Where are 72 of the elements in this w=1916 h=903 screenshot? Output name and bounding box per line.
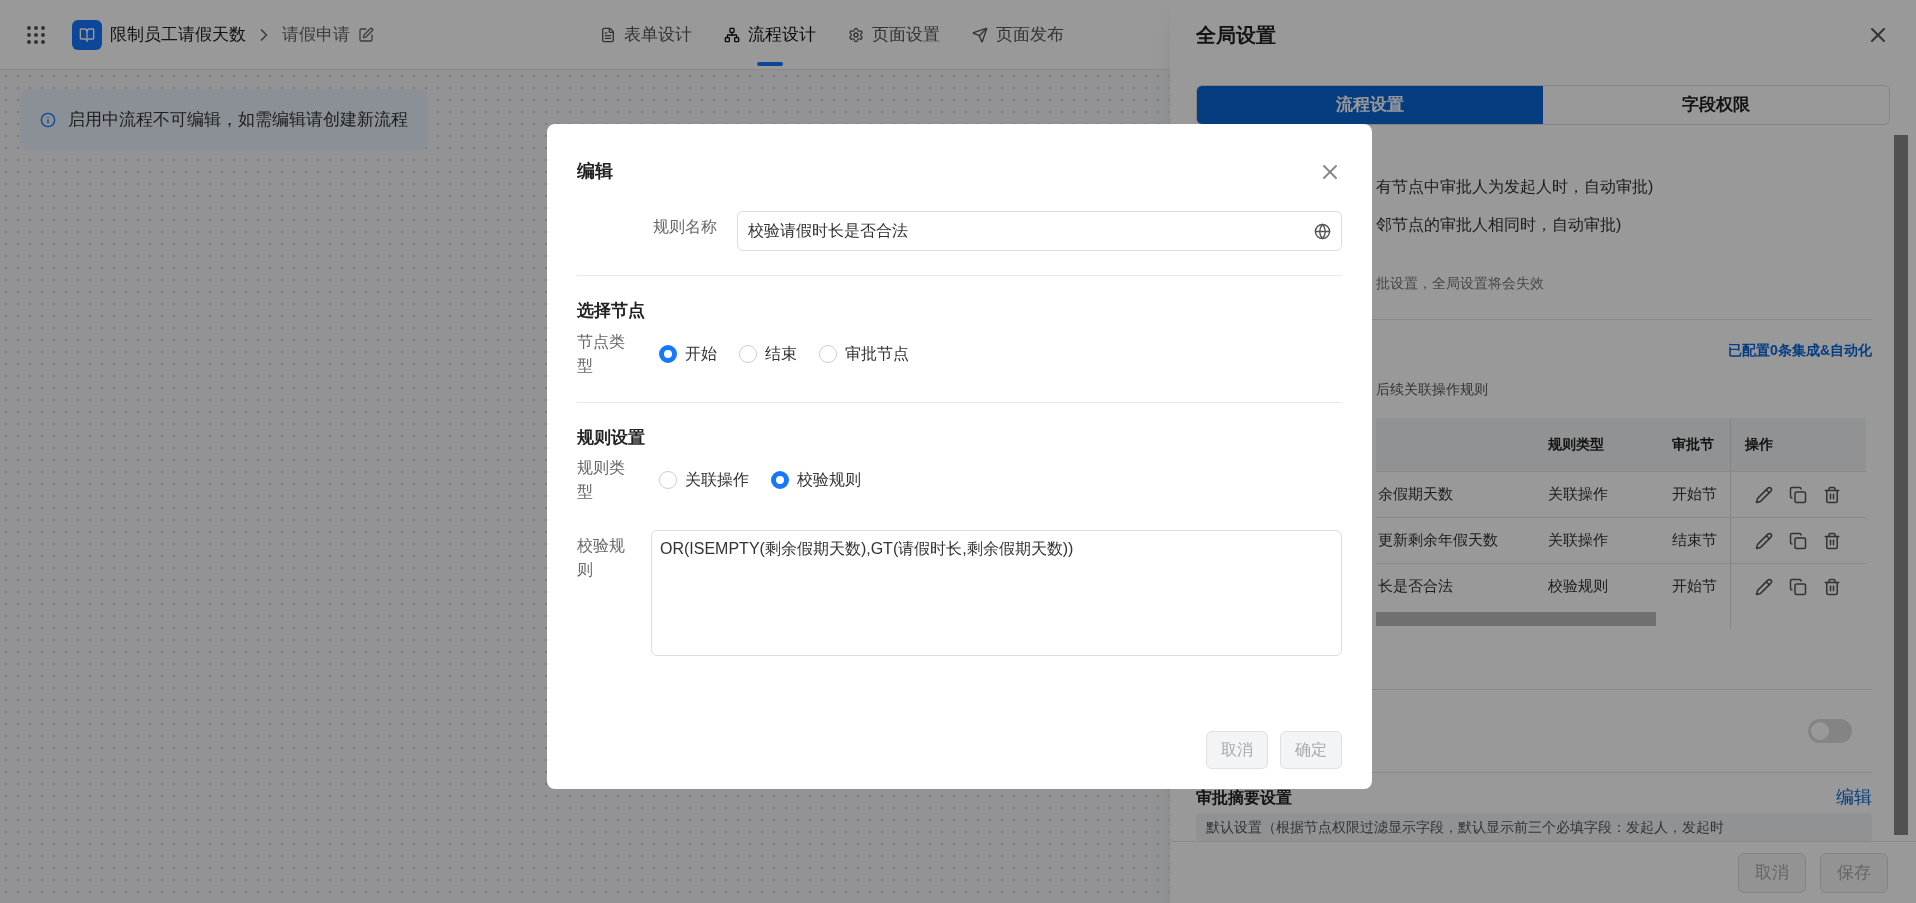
table-cell-text: 开始节 bbox=[1672, 576, 1718, 597]
page-name: 请假申请 bbox=[282, 23, 350, 46]
radio-option[interactable]: 审批节点 bbox=[819, 341, 909, 366]
paper-plane-icon bbox=[972, 26, 988, 43]
notice-text: 启用中流程不可编辑，如需编辑请创建新流程 bbox=[68, 109, 408, 132]
radio-button[interactable] bbox=[659, 471, 677, 489]
dialog-title: 编辑 bbox=[577, 160, 613, 183]
radio-button[interactable] bbox=[739, 344, 757, 363]
copy-icon[interactable] bbox=[1789, 531, 1807, 550]
radio-option[interactable]: 校验规则 bbox=[771, 468, 861, 492]
drawer-title: 全局设置 bbox=[1196, 23, 1276, 48]
app-name: 限制员工请假天数 bbox=[110, 23, 246, 46]
edit-icon[interactable] bbox=[358, 26, 374, 43]
table-cell-text: 结束节 bbox=[1672, 530, 1718, 551]
table-cell-text: 关联操作 bbox=[1548, 484, 1609, 505]
edit-icon[interactable] bbox=[1755, 485, 1773, 504]
option-text: 邻节点的审批人相同时，自动审批) bbox=[1376, 215, 1623, 235]
summary-text: 默认设置（根据节点权限过滤显示字段，默认显示前三个必填字段：发起人，发起时 bbox=[1206, 819, 1724, 835]
vertical-scrollbar[interactable] bbox=[1894, 135, 1908, 835]
edit-icon[interactable] bbox=[1755, 531, 1773, 550]
column-header: 规则类型 bbox=[1548, 435, 1605, 454]
radio-label: 关联操作 bbox=[685, 470, 749, 490]
hierarchy-icon bbox=[724, 26, 740, 43]
delete-icon[interactable] bbox=[1823, 485, 1841, 504]
edit-icon[interactable] bbox=[1755, 577, 1773, 596]
globe-icon[interactable] bbox=[1314, 222, 1331, 240]
delete-icon[interactable] bbox=[1823, 531, 1841, 550]
table-cell-text: 余假期天数 bbox=[1377, 484, 1454, 505]
table-cell-text: 更新剩余年假天数 bbox=[1377, 530, 1499, 551]
radio-label: 结束 bbox=[765, 343, 797, 364]
nav-tab[interactable]: 页面设置 bbox=[832, 0, 956, 69]
settings-icon bbox=[848, 26, 864, 43]
document-icon bbox=[600, 26, 616, 43]
nav-tab[interactable]: 流程设计 bbox=[708, 0, 832, 69]
field-label: 节点类型 bbox=[577, 331, 626, 376]
note-text: 批设置，全局设置将会失效 bbox=[1376, 274, 1545, 293]
edit-link[interactable]: 编辑 bbox=[1836, 784, 1872, 811]
radio-button[interactable] bbox=[659, 344, 677, 363]
radio-button[interactable] bbox=[771, 471, 789, 489]
radio-option[interactable]: 开始 bbox=[659, 341, 717, 366]
copy-icon[interactable] bbox=[1789, 577, 1807, 596]
nav-tab[interactable]: 页面发布 bbox=[956, 0, 1080, 69]
rule-name-field[interactable]: 校验请假时长是否合法 bbox=[737, 211, 1342, 251]
radio-label: 校验规则 bbox=[797, 470, 861, 490]
integration-link[interactable]: 已配置0条集成&自动化 bbox=[1728, 340, 1872, 361]
drawer-tab[interactable]: 流程设置 bbox=[1197, 86, 1543, 124]
radio-button[interactable] bbox=[819, 344, 837, 363]
rules-hint: 后续关联操作规则 bbox=[1375, 380, 1489, 399]
copy-icon[interactable] bbox=[1789, 485, 1807, 504]
option-text: 有节点中审批人为发起人时，自动审批) bbox=[1376, 177, 1655, 197]
section-title: 审批摘要设置 bbox=[1196, 787, 1292, 808]
column-header: 操作 bbox=[1730, 418, 1866, 471]
radio-label: 审批节点 bbox=[845, 343, 909, 364]
app-logo-icon bbox=[72, 19, 102, 50]
section-title: 规则设置 bbox=[577, 426, 646, 449]
table-cell-text: 长是否合法 bbox=[1377, 576, 1454, 597]
formula-field[interactable]: OR(ISEMPTY(剩余假期天数),GT(请假时长,剩余假期天数)) bbox=[651, 530, 1342, 656]
info-icon bbox=[40, 112, 56, 128]
field-label: 规则类型 bbox=[577, 458, 626, 502]
table-cell-text: 开始节 bbox=[1672, 484, 1718, 505]
field-label: 校验规则 bbox=[577, 536, 626, 580]
nav-tab[interactable]: 表单设计 bbox=[584, 0, 708, 69]
radio-label: 开始 bbox=[685, 343, 717, 364]
table-cell-text: 校验规则 bbox=[1548, 576, 1609, 597]
radio-option[interactable]: 关联操作 bbox=[659, 468, 749, 492]
field-label: 规则名称 bbox=[652, 217, 717, 237]
table-cell-text: 关联操作 bbox=[1548, 530, 1609, 551]
delete-icon[interactable] bbox=[1823, 577, 1841, 596]
column-header: 审批节 bbox=[1672, 435, 1715, 454]
horizontal-scrollbar[interactable] bbox=[1376, 612, 1656, 626]
radio-option[interactable]: 结束 bbox=[739, 341, 797, 366]
section-title: 选择节点 bbox=[577, 300, 646, 322]
